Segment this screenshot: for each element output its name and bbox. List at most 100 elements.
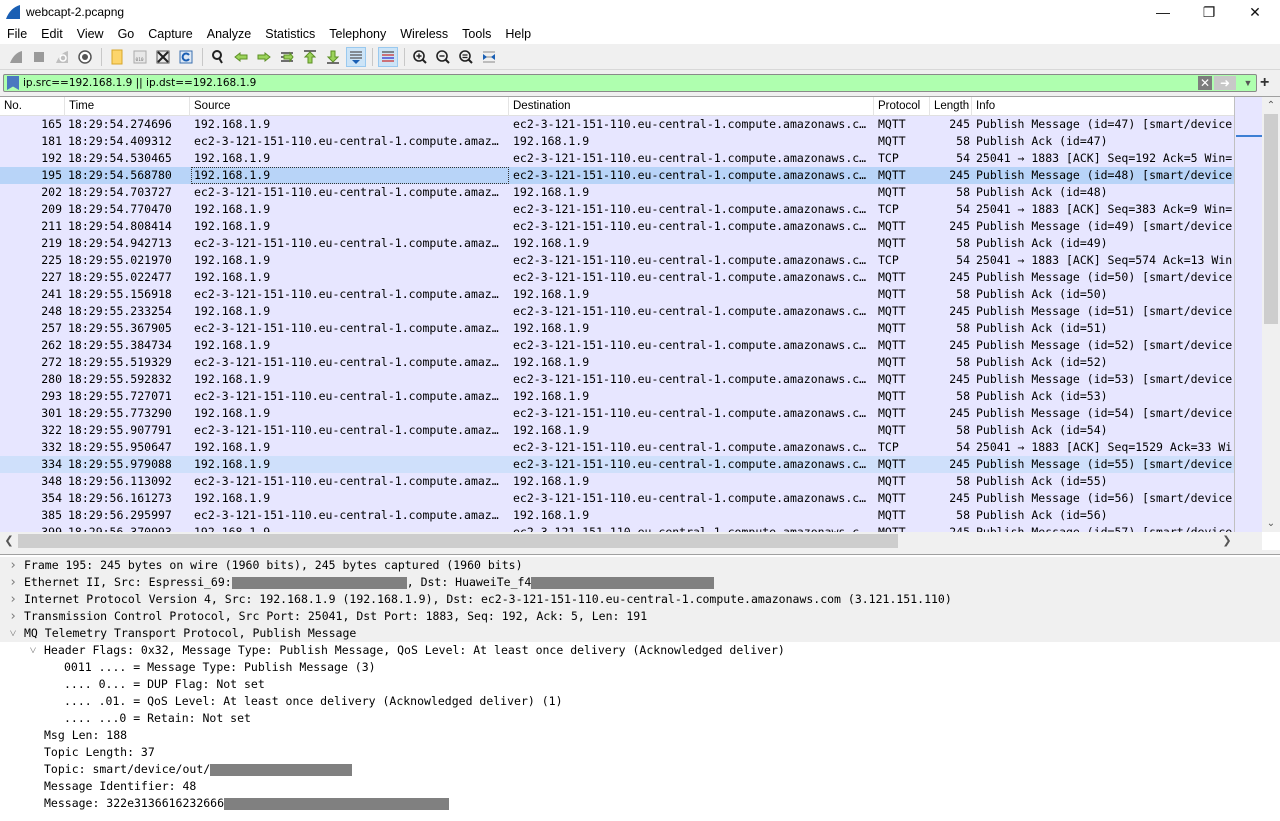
menu-capture[interactable]: Capture xyxy=(141,27,199,41)
column-header-source[interactable]: Source xyxy=(190,97,509,116)
column-header-protocol[interactable]: Protocol xyxy=(874,97,930,116)
menu-view[interactable]: View xyxy=(70,27,111,41)
detail-tree-item[interactable]: .... .01. = QoS Level: At least once del… xyxy=(0,693,1280,710)
reload-file-button[interactable] xyxy=(176,47,196,67)
detail-tree-item[interactable]: › Internet Protocol Version 4, Src: 192.1… xyxy=(0,591,1280,608)
detail-tree-item[interactable]: .... ...0 = Retain: Not set xyxy=(0,710,1280,727)
column-header-no[interactable]: No. xyxy=(0,97,65,116)
detail-tree-item[interactable]: › Frame 195: 245 bytes on wire (1960 bits… xyxy=(0,557,1280,574)
scrollbar-thumb[interactable] xyxy=(18,534,898,548)
zoom-in-button[interactable] xyxy=(410,47,430,67)
column-header-time[interactable]: Time xyxy=(65,97,190,116)
detail-tree-item[interactable]: ˅ MQ Telemetry Transport Protocol, Publis… xyxy=(0,625,1280,642)
scroll-down-icon[interactable]: ⌄ xyxy=(1262,515,1280,532)
minimize-button[interactable]: — xyxy=(1140,0,1186,24)
packet-row[interactable]: 248 18:29:55.233254 192.168.1.9 ec2-3-121-1… xyxy=(0,303,1234,320)
restart-capture-button[interactable] xyxy=(52,47,72,67)
save-file-button[interactable]: 010 xyxy=(130,47,150,67)
packet-row[interactable]: 322 18:29:55.907791 ec2-3-121-151-110.eu-c… xyxy=(0,422,1234,439)
packet-list-horizontal-scrollbar[interactable]: ❮ ❯ xyxy=(0,532,1262,550)
detail-tree-item[interactable]: Topic Length: 37 xyxy=(0,744,1280,761)
chevron-down-icon[interactable]: ˅ xyxy=(7,625,19,642)
detail-tree-item[interactable]: › Ethernet II, Src: Espressi_69: , Dst: Hu… xyxy=(0,574,1280,591)
find-packet-button[interactable] xyxy=(208,47,228,67)
go-forward-button[interactable] xyxy=(254,47,274,67)
chevron-right-icon[interactable]: › xyxy=(7,608,19,625)
stop-capture-button[interactable] xyxy=(29,47,49,67)
zoom-out-button[interactable] xyxy=(433,47,453,67)
detail-tree-item[interactable]: Topic: smart/device/out/ xyxy=(0,761,1280,778)
packet-row[interactable]: 192 18:29:54.530465 192.168.1.9 ec2-3-121-1… xyxy=(0,150,1234,167)
filter-history-dropdown[interactable]: ▼ xyxy=(1242,78,1254,88)
normal-size-button[interactable] xyxy=(456,47,476,67)
scroll-left-icon[interactable]: ❮ xyxy=(0,532,18,550)
detail-tree-item[interactable]: Message Identifier: 48 xyxy=(0,778,1280,795)
scroll-up-icon[interactable]: ⌃ xyxy=(1262,97,1280,114)
packet-row[interactable]: 241 18:29:55.156918 ec2-3-121-151-110.eu-c… xyxy=(0,286,1234,303)
packet-row[interactable]: 181 18:29:54.409312 ec2-3-121-151-110.eu-c… xyxy=(0,133,1234,150)
packet-row[interactable]: 272 18:29:55.519329 ec2-3-121-151-110.eu-c… xyxy=(0,354,1234,371)
colorize-button[interactable] xyxy=(378,46,398,67)
packet-row[interactable]: 195 18:29:54.568780 192.168.1.9 ec2-3-121-1… xyxy=(0,167,1234,184)
packet-row[interactable]: 399 18:29:56.370993 192.168.1.9 ec2-3-121-1… xyxy=(0,524,1234,532)
column-header-destination[interactable]: Destination xyxy=(509,97,874,116)
display-filter-input[interactable]: ip.src==192.168.1.9 || ip.dst==192.168.1… xyxy=(3,74,1257,92)
go-back-button[interactable] xyxy=(231,47,251,67)
menu-telephony[interactable]: Telephony xyxy=(322,27,393,41)
start-capture-button[interactable] xyxy=(6,47,26,67)
packet-row[interactable]: 209 18:29:54.770470 192.168.1.9 ec2-3-121-1… xyxy=(0,201,1234,218)
packet-row[interactable]: 280 18:29:55.592832 192.168.1.9 ec2-3-121-1… xyxy=(0,371,1234,388)
close-file-button[interactable] xyxy=(153,47,173,67)
detail-tree-item[interactable]: Msg Len: 188 xyxy=(0,727,1280,744)
packet-minimap[interactable] xyxy=(1234,97,1262,532)
close-button[interactable]: ✕ xyxy=(1232,0,1278,24)
detail-tree-item[interactable]: Message: 322e3136616232666 xyxy=(0,795,1280,812)
scroll-right-icon[interactable]: ❯ xyxy=(1218,532,1236,550)
packet-row[interactable]: 165 18:29:54.274696 192.168.1.9 ec2-3-121-1… xyxy=(0,116,1234,133)
packet-row[interactable]: 219 18:29:54.942713 ec2-3-121-151-110.eu-c… xyxy=(0,235,1234,252)
menu-statistics[interactable]: Statistics xyxy=(258,27,322,41)
add-filter-button-button[interactable]: + xyxy=(1260,74,1269,92)
apply-filter-button[interactable]: ➜ xyxy=(1214,76,1236,90)
filter-bookmark-icon[interactable] xyxy=(7,76,19,90)
menu-file[interactable]: File xyxy=(0,27,34,41)
detail-tree-item[interactable]: .... 0... = DUP Flag: Not set xyxy=(0,676,1280,693)
go-first-button[interactable] xyxy=(300,47,320,67)
menu-edit[interactable]: Edit xyxy=(34,27,70,41)
display-filter-text[interactable]: ip.src==192.168.1.9 || ip.dst==192.168.1… xyxy=(23,77,1198,89)
packet-row[interactable]: 262 18:29:55.384734 192.168.1.9 ec2-3-121-1… xyxy=(0,337,1234,354)
menu-tools[interactable]: Tools xyxy=(455,27,498,41)
chevron-right-icon[interactable]: › xyxy=(7,557,19,574)
packet-row[interactable]: 202 18:29:54.703727 ec2-3-121-151-110.eu-c… xyxy=(0,184,1234,201)
packet-row[interactable]: 301 18:29:55.773290 192.168.1.9 ec2-3-121-1… xyxy=(0,405,1234,422)
menu-help[interactable]: Help xyxy=(498,27,538,41)
detail-tree-item[interactable]: ˅ Header Flags: 0x32, Message Type: Publi… xyxy=(0,642,1280,659)
packet-row[interactable]: 385 18:29:56.295997 ec2-3-121-151-110.eu-c… xyxy=(0,507,1234,524)
packet-row[interactable]: 225 18:29:55.021970 192.168.1.9 ec2-3-121-1… xyxy=(0,252,1234,269)
column-header-info[interactable]: Info xyxy=(972,97,1234,116)
detail-tree-item[interactable]: 0011 .... = Message Type: Publish Messag… xyxy=(0,659,1280,676)
resize-columns-button[interactable] xyxy=(479,47,499,67)
packet-row[interactable]: 332 18:29:55.950647 192.168.1.9 ec2-3-121-1… xyxy=(0,439,1234,456)
chevron-right-icon[interactable]: › xyxy=(7,574,19,591)
go-to-packet-button[interactable] xyxy=(277,47,297,67)
open-file-button[interactable] xyxy=(107,47,127,67)
menu-go[interactable]: Go xyxy=(111,27,142,41)
column-header-length[interactable]: Length xyxy=(930,97,972,116)
packet-list-vertical-scrollbar[interactable]: ⌃ ⌄ xyxy=(1262,97,1280,532)
packet-row[interactable]: 293 18:29:55.727071 ec2-3-121-151-110.eu-c… xyxy=(0,388,1234,405)
packet-row[interactable]: 211 18:29:54.808414 192.168.1.9 ec2-3-121-1… xyxy=(0,218,1234,235)
scrollbar-thumb[interactable] xyxy=(1264,114,1278,324)
clear-filter-button[interactable]: ✕ xyxy=(1198,76,1212,90)
packet-row[interactable]: 354 18:29:56.161273 192.168.1.9 ec2-3-121-1… xyxy=(0,490,1234,507)
go-last-button[interactable] xyxy=(323,47,343,67)
menu-analyze[interactable]: Analyze xyxy=(200,27,258,41)
packet-row[interactable]: 227 18:29:55.022477 192.168.1.9 ec2-3-121-1… xyxy=(0,269,1234,286)
autoscroll-button[interactable] xyxy=(346,46,366,67)
packet-row[interactable]: 348 18:29:56.113092 ec2-3-121-151-110.eu-c… xyxy=(0,473,1234,490)
detail-tree-item[interactable]: › Transmission Control Protocol, Src Port… xyxy=(0,608,1280,625)
menu-wireless[interactable]: Wireless xyxy=(393,27,455,41)
packet-row[interactable]: 334 18:29:55.979088 192.168.1.9 ec2-3-121-1… xyxy=(0,456,1234,473)
chevron-right-icon[interactable]: › xyxy=(7,591,19,608)
packet-row[interactable]: 257 18:29:55.367905 ec2-3-121-151-110.eu-c… xyxy=(0,320,1234,337)
